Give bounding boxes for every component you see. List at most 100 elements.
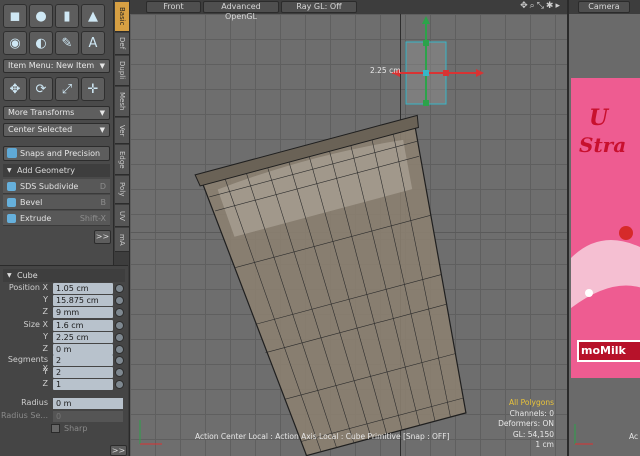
- cone-tool-icon[interactable]: ▲: [81, 4, 105, 28]
- tab-mesh[interactable]: Mesh: [115, 87, 129, 117]
- bevel-icon: [7, 198, 16, 207]
- viewport-nav-icons[interactable]: ✥⌕⤡✱▸: [520, 1, 562, 11]
- size-y-field[interactable]: 2.25 cm: [53, 332, 113, 343]
- camera-axis-icon: [574, 424, 593, 445]
- geometry-item-label: Bevel: [20, 198, 43, 207]
- cube-gizmo[interactable]: [392, 16, 484, 106]
- center-selected-dropdown[interactable]: Center Selected ▼: [3, 123, 110, 137]
- zoom-icon[interactable]: ⌕: [530, 1, 537, 11]
- position-x-knob[interactable]: [115, 284, 124, 293]
- radius-label: Radius: [21, 398, 48, 407]
- add-geometry-header[interactable]: ▼ Add Geometry: [3, 164, 110, 177]
- viewport-status-bar: Action Center Local : Action Axis Local …: [195, 432, 450, 441]
- position-z-knob[interactable]: [115, 308, 124, 317]
- size-z-knob[interactable]: [115, 345, 124, 354]
- view-front-tab[interactable]: Front: [146, 1, 201, 13]
- extrude-icon: [7, 214, 16, 223]
- snaps-precision-button[interactable]: Snaps and Precision: [3, 146, 110, 161]
- tab-basic[interactable]: Basic: [115, 2, 129, 32]
- axis-indicator-icon: [139, 420, 162, 445]
- more-properties-button[interactable]: >>: [110, 445, 127, 456]
- more-transforms-dropdown[interactable]: More Transforms ▼: [3, 106, 110, 120]
- axis-x-label: X: [42, 283, 48, 292]
- snaps-label: Snaps and Precision: [20, 149, 101, 158]
- pan-icon[interactable]: ✥: [520, 1, 530, 11]
- deformers-label: Deformers: ON: [498, 419, 554, 428]
- sharp-label: Sharp: [64, 424, 88, 433]
- viewport-header: Front Advanced OpenGL Ray GL: Off ✥⌕⤡✱▸: [130, 0, 567, 21]
- item-menu-dropdown[interactable]: Item Menu: New Item ▼: [3, 59, 110, 73]
- viewport-stats: All Polygons Channels: 0 Deformers: ON G…: [498, 398, 554, 451]
- segments-z-field[interactable]: 1: [53, 379, 113, 390]
- more-tools-button[interactable]: >>: [94, 230, 111, 244]
- position-x-field[interactable]: 1.05 cm: [53, 283, 113, 294]
- camera-status-bar: Ac: [629, 432, 639, 441]
- cylinder-tool-icon[interactable]: ▮: [55, 4, 79, 28]
- text-tool-icon[interactable]: A: [81, 31, 105, 55]
- segments-x-field[interactable]: 2: [53, 355, 113, 366]
- view-raygl-tab[interactable]: Ray GL: Off: [281, 1, 357, 13]
- channels-label: Channels: 0: [509, 408, 554, 418]
- position-x-label: Position X: [0, 283, 48, 292]
- capsule-tool-icon[interactable]: ◐: [29, 31, 53, 55]
- rotate-view-icon[interactable]: ⤡: [537, 1, 546, 11]
- geometry-item-label: Extrude: [20, 214, 52, 223]
- bevel-button[interactable]: Bevel B: [3, 195, 110, 210]
- more-transforms-label: More Transforms: [8, 108, 75, 117]
- transform-tool-icon[interactable]: ✛: [81, 77, 105, 101]
- radius-segments-label: Radius Se...: [1, 411, 48, 420]
- mesh-canvas[interactable]: [130, 0, 567, 456]
- size-x-label: Size X: [0, 320, 48, 329]
- tab-vertex[interactable]: Ver: [115, 118, 129, 144]
- segments-z-label: Z: [42, 379, 48, 388]
- radius-field[interactable]: 0 m: [53, 398, 123, 409]
- position-y-field[interactable]: 15.875 cm: [53, 295, 113, 306]
- segments-label: Segments: [7, 355, 48, 364]
- camera-viewport[interactable]: Camera U Stra moMilk Ac: [567, 0, 640, 456]
- front-viewport[interactable]: 2.25 cm Front Advanced OpenGL Ray GL: Of…: [129, 0, 567, 456]
- segments-z-knob[interactable]: [115, 380, 124, 389]
- size-x-knob[interactable]: [115, 321, 124, 330]
- size-z-label: Z: [42, 344, 48, 353]
- cup-mesh[interactable]: [194, 114, 495, 456]
- radius-segments-field[interactable]: 0: [53, 411, 123, 422]
- subdivide-icon: [7, 182, 16, 191]
- item-menu-label: Item Menu: New Item: [8, 61, 95, 70]
- primitive-tools-row: ◼ ● ▮ ▲: [3, 4, 105, 28]
- tab-ma[interactable]: mA: [115, 228, 129, 252]
- view-advanced-opengl-tab[interactable]: Advanced OpenGL: [203, 1, 279, 21]
- size-x-field[interactable]: 1.6 cm: [53, 320, 113, 331]
- segments-y-label: Y: [43, 367, 48, 376]
- vertical-tab-strip: Basic Def Dupli Mesh Ver Edge Poly UV mA: [113, 0, 129, 265]
- tab-deform[interactable]: Def: [115, 33, 129, 55]
- sharp-checkbox[interactable]: [51, 424, 60, 433]
- size-y-knob[interactable]: [115, 333, 124, 342]
- size-z-field[interactable]: 0 m: [53, 344, 113, 355]
- rotate-tool-icon[interactable]: ⟳: [29, 77, 53, 101]
- pen-tool-icon[interactable]: ✎: [55, 31, 79, 55]
- torus-tool-icon[interactable]: ◉: [3, 31, 27, 55]
- snap-icon: [7, 148, 17, 158]
- cube-tool-icon[interactable]: ◼: [3, 4, 27, 28]
- tab-duplicate[interactable]: Dupli: [115, 56, 129, 86]
- position-z-field[interactable]: 9 mm: [53, 307, 113, 318]
- position-y-knob[interactable]: [115, 296, 124, 305]
- scale-tool-icon[interactable]: ⤢: [55, 77, 79, 101]
- tab-edge[interactable]: Edge: [115, 145, 129, 175]
- transform-tools-row: ✥ ⟳ ⤢ ✛: [3, 77, 105, 101]
- chevron-down-icon: ▼: [99, 109, 105, 117]
- move-tool-icon[interactable]: ✥: [3, 77, 27, 101]
- position-label: Position: [8, 283, 40, 292]
- segments-y-field[interactable]: 2: [53, 367, 113, 378]
- tab-polygon[interactable]: Poly: [115, 176, 129, 204]
- menu-arrow-icon[interactable]: ▸: [555, 1, 562, 11]
- tab-uv[interactable]: UV: [115, 205, 129, 227]
- segments-y-knob[interactable]: [115, 368, 124, 377]
- segments-x-knob[interactable]: [115, 356, 124, 365]
- cube-header[interactable]: ▼ Cube: [3, 269, 125, 282]
- sds-subdivide-button[interactable]: SDS Subdivide D: [3, 179, 110, 194]
- collapse-triangle-icon: ▼: [7, 167, 12, 174]
- gl-count-label: GL: 54,150: [512, 429, 554, 439]
- extrude-button[interactable]: Extrude Shift-X: [3, 211, 110, 226]
- sphere-tool-icon[interactable]: ●: [29, 4, 53, 28]
